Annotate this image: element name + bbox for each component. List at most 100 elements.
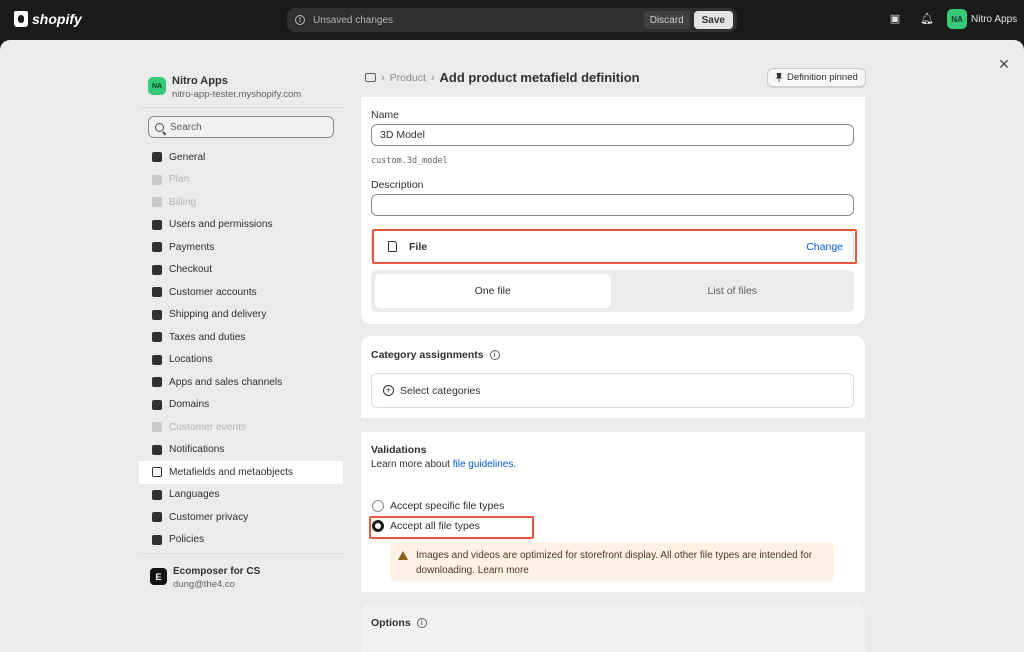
notice-learn-more-link[interactable]: Learn more: [478, 565, 529, 576]
highlight-box: [372, 229, 857, 264]
radio-button[interactable]: [372, 500, 384, 512]
store-name: Nitro Apps: [172, 75, 228, 87]
metafields-icon[interactable]: [365, 73, 376, 82]
store-menu[interactable]: NA Nitro Apps: [947, 9, 1017, 29]
bell-icon: [152, 444, 162, 455]
sidebar-item-languages[interactable]: Languages: [139, 484, 343, 507]
document-icon: [152, 534, 162, 545]
sidebar-item-metafields[interactable]: Metafields and metaobjects: [139, 461, 343, 484]
radio-specific-file-types[interactable]: Accept specific file types: [372, 500, 504, 512]
file-guidelines-link[interactable]: file guidelines: [453, 459, 514, 470]
options-title: Options: [371, 617, 411, 629]
namespace-key[interactable]: custom.3d_model: [371, 156, 448, 166]
category-card: Category assignments i + Select categori…: [361, 336, 865, 418]
sidebar-item-policies[interactable]: Policies: [139, 529, 343, 552]
bell-icon[interactable]: 🔔︎: [920, 13, 934, 25]
inbox-icon[interactable]: ▣: [889, 13, 901, 25]
options-title-row: Options i: [371, 617, 427, 629]
sidebar-item-label: Locations: [169, 354, 213, 366]
shopify-logo[interactable]: shopify: [14, 11, 82, 27]
sidebar-item-customer-accounts[interactable]: Customer accounts: [139, 281, 343, 304]
sidebar-item-label: Customer accounts: [169, 286, 257, 298]
sidebar-item-locations[interactable]: Locations: [139, 349, 343, 372]
sidebar-item-apps[interactable]: Apps and sales channels: [139, 371, 343, 394]
sidebar-item-label: Taxes and duties: [169, 331, 246, 343]
category-title-row: Category assignments i: [371, 349, 500, 361]
close-icon[interactable]: ✕: [996, 56, 1012, 72]
payments-icon: [152, 242, 162, 253]
sidebar-item-label: Payments: [169, 241, 215, 253]
sidebar-nav: General Plan Billing Users and permissio…: [139, 146, 343, 551]
learn-more-text: Learn more about file guidelines.: [371, 459, 516, 470]
sidebar-item-label: Customer privacy: [169, 511, 249, 523]
language-icon: [152, 489, 162, 500]
users-icon: [152, 219, 162, 230]
description-label: Description: [371, 179, 424, 191]
app-email: dung@the4.co: [173, 579, 235, 590]
save-button[interactable]: Save: [693, 11, 733, 29]
select-categories-button[interactable]: + Select categories: [371, 373, 854, 408]
top-bar: shopify ! Unsaved changes Discard Save ▣…: [0, 0, 1024, 40]
pin-icon: [775, 73, 783, 82]
sidebar-item-label: Customer events: [169, 421, 247, 433]
sidebar-item-label: General: [169, 151, 206, 163]
store-url: nitro-app-tester.myshopify.com: [172, 89, 302, 100]
sidebar-store[interactable]: NA Nitro Apps nitro-app-tester.myshopify…: [148, 75, 301, 100]
globe-icon: [152, 399, 162, 410]
sidebar-item-label: Languages: [169, 489, 220, 501]
breadcrumb-product[interactable]: Product: [390, 72, 426, 84]
plan-icon: [152, 174, 162, 185]
search-box[interactable]: [148, 116, 334, 138]
list-of-files-option[interactable]: List of files: [615, 274, 851, 308]
validations-title: Validations: [371, 444, 427, 456]
sidebar-item-label: Users and permissions: [169, 219, 273, 231]
one-file-option[interactable]: One file: [375, 274, 611, 308]
store-name: Nitro Apps: [971, 13, 1018, 25]
receipt-icon: [152, 197, 162, 208]
avatar: NA: [947, 9, 967, 29]
sidebar-item-billing[interactable]: Billing: [139, 191, 343, 214]
unsaved-changes-bar: ! Unsaved changes Discard Save: [287, 8, 737, 32]
store-icon: [152, 152, 162, 163]
sidebar-item-taxes[interactable]: Taxes and duties: [139, 326, 343, 349]
name-field[interactable]: [371, 124, 854, 146]
plus-circle-icon: +: [383, 385, 394, 396]
sidebar-item-privacy[interactable]: Customer privacy: [139, 506, 343, 529]
sidebar-item-label: Policies: [169, 534, 205, 546]
sidebar-item-customer-events[interactable]: Customer events: [139, 416, 343, 439]
info-icon[interactable]: i: [489, 350, 500, 360]
unsaved-message: Unsaved changes: [313, 14, 394, 26]
truck-icon: [152, 309, 162, 320]
sidebar-item-domains[interactable]: Domains: [139, 394, 343, 417]
search-input[interactable]: [170, 121, 320, 133]
divider: [139, 107, 343, 108]
warning-icon: [398, 551, 408, 560]
settings-sidebar: NA Nitro Apps nitro-app-tester.myshopify…: [139, 69, 343, 599]
options-card: Options i: [361, 603, 865, 652]
sidebar-item-notifications[interactable]: Notifications: [139, 439, 343, 462]
apps-icon: [152, 377, 162, 388]
location-pin-icon: [152, 354, 162, 365]
sidebar-item-payments[interactable]: Payments: [139, 236, 343, 259]
ecomposer-logo: E: [150, 568, 167, 585]
description-field[interactable]: [371, 194, 854, 216]
definition-pinned-button[interactable]: Definition pinned: [767, 68, 866, 87]
sidebar-item-checkout[interactable]: Checkout: [139, 259, 343, 282]
tax-icon: [152, 332, 162, 343]
sidebar-item-users[interactable]: Users and permissions: [139, 214, 343, 237]
search-icon: [155, 122, 164, 132]
sidebar-item-label: Metafields and metaobjects: [169, 466, 294, 478]
sidebar-item-label: Billing: [169, 196, 197, 208]
info-icon[interactable]: i: [416, 618, 427, 628]
sidebar-app[interactable]: E Ecomposer for CS dung@the4.co: [150, 566, 260, 590]
radio-label: Accept specific file types: [390, 500, 505, 512]
sidebar-item-label: Domains: [169, 399, 210, 411]
sidebar-item-label: Notifications: [169, 444, 225, 456]
sidebar-item-general[interactable]: General: [139, 146, 343, 169]
sidebar-item-shipping[interactable]: Shipping and delivery: [139, 304, 343, 327]
discard-button[interactable]: Discard: [643, 11, 690, 29]
divider: [139, 553, 343, 554]
validations-card: Validations Learn more about file guidel…: [361, 432, 865, 592]
sidebar-item-plan[interactable]: Plan: [139, 169, 343, 192]
shopify-bag-icon: [14, 11, 28, 27]
